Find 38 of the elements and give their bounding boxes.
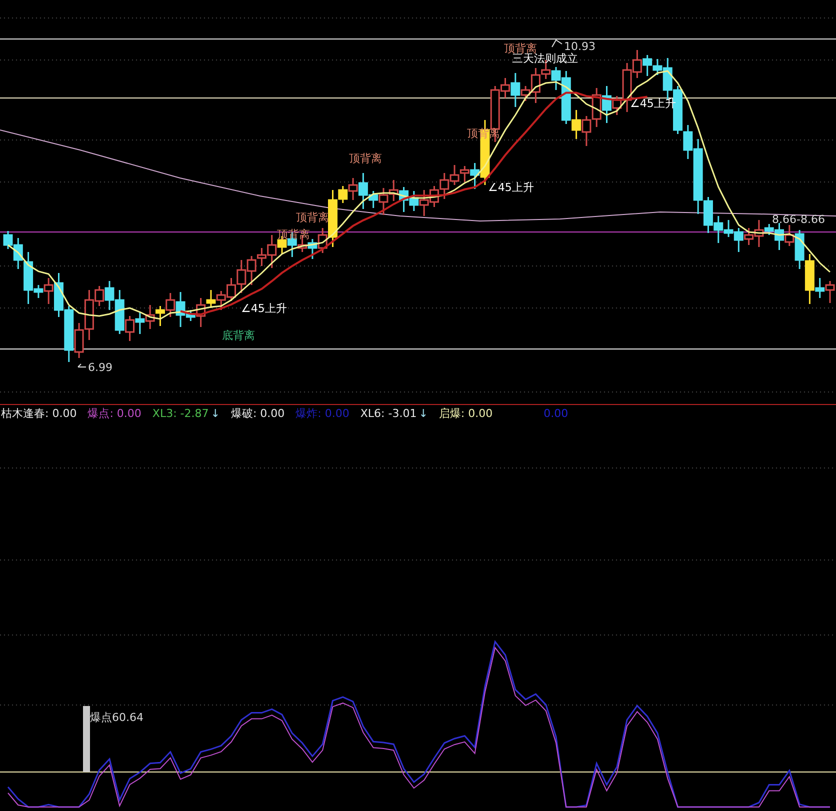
volume-bar (83, 706, 90, 772)
candlestick (388, 180, 398, 201)
indicator-value: XL6: -3.01 (360, 407, 417, 420)
indicator-value: 爆炸: 0.00 (296, 406, 350, 421)
oscillator-label: 爆点60.64 (90, 711, 144, 724)
candlestick (592, 88, 602, 127)
chart-annotation: ∠45上升 (488, 181, 534, 194)
candlestick (145, 305, 155, 329)
chart-annotation: 底背离 (222, 329, 255, 342)
indicator-value: 爆点: 0.00 (88, 406, 142, 421)
chart-annotation: 6.99 (88, 361, 112, 374)
candlestick (308, 239, 318, 259)
indicator-value: 枯木逢春: 0.00 (1, 406, 77, 421)
candlestick (642, 55, 652, 76)
candlestick (582, 116, 592, 146)
candlestick (734, 228, 744, 252)
down-arrow-icon: ↓ (418, 407, 428, 420)
candlestick (450, 165, 460, 185)
candlestick (399, 187, 409, 212)
chart-annotation: 10.93 (564, 40, 596, 53)
chart-annotation: 8.66-8.66 (772, 213, 825, 226)
chart-annotation: ∠45上升 (241, 302, 287, 315)
down-arrow-icon: ↓ (210, 407, 220, 420)
indicator-value: 爆破: 0.00 (230, 406, 285, 421)
indicator-value: 0.00 (544, 407, 568, 420)
chart-annotation: 三天法则成立 (512, 52, 578, 65)
indicator-value: 启爆: 0.00 (438, 406, 493, 421)
candlestick (440, 173, 450, 199)
chart-annotation: 顶背离 (349, 152, 382, 165)
candlestick (135, 312, 145, 334)
arrow-icon (78, 364, 86, 368)
candlestick (155, 306, 165, 326)
candlestick (216, 291, 226, 310)
chart-annotation: 顶背离 (504, 42, 537, 55)
candlestick (419, 190, 429, 216)
candlestick (429, 186, 439, 207)
indicator-value: XL3: -2.87 (152, 407, 209, 420)
candlestick (409, 191, 419, 211)
